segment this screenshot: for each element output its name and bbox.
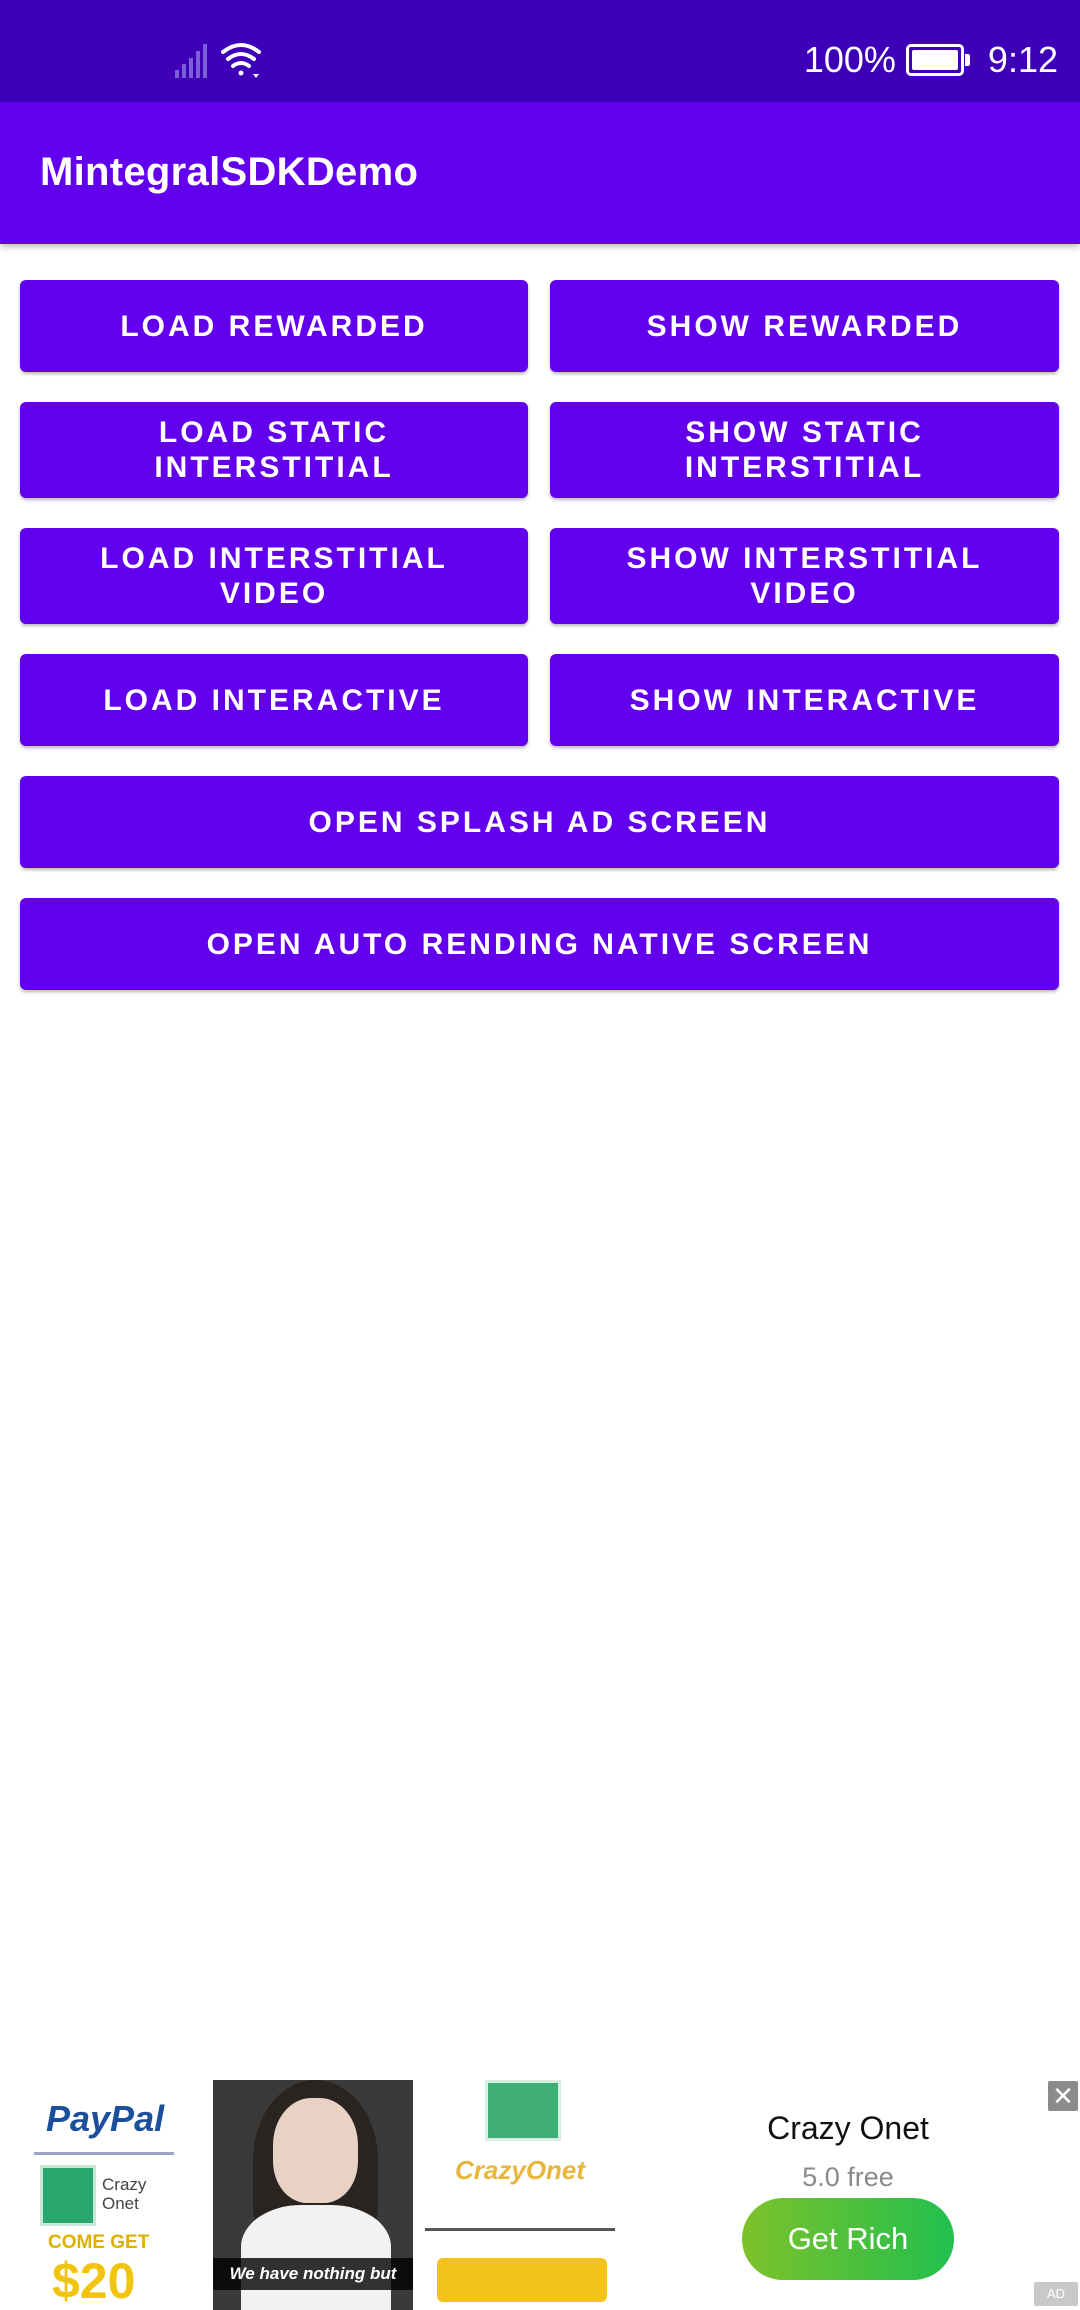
signal-icon — [175, 44, 207, 78]
signal-wifi-icons — [175, 43, 261, 78]
paypal-logo: PayPal — [46, 2098, 165, 2139]
load-static-interstitial-button[interactable]: LOAD STATIC INTERSTITIAL — [20, 402, 528, 498]
person-face — [273, 2098, 358, 2203]
status-bar: 100% 9:12 — [0, 0, 1080, 102]
game-button-art — [437, 2258, 607, 2302]
open-auto-rending-native-screen-button[interactable]: OPEN AUTO RENDING NATIVE SCREEN — [20, 898, 1059, 990]
app-title: MintegralSDKDemo — [40, 150, 419, 194]
load-interactive-button[interactable]: LOAD INTERACTIVE — [20, 654, 528, 746]
app-bar: MintegralSDKDemo — [0, 102, 1080, 244]
load-interstitial-video-button[interactable]: LOAD INTERSTITIAL VIDEO — [20, 528, 528, 624]
battery-icon — [905, 44, 970, 76]
game-thumbnail-icon — [40, 2165, 96, 2226]
close-icon[interactable]: ✕ — [1048, 2081, 1078, 2111]
ad-image-come-get: COME GET — [48, 2232, 150, 2253]
ad-label: AD — [1034, 2282, 1078, 2306]
show-interstitial-video-button[interactable]: SHOW INTERSTITIAL VIDEO — [550, 528, 1059, 624]
ad-image-paypal[interactable]: PayPal Crazy Onet COME GET $20 — [30, 2080, 180, 2310]
wifi-icon — [221, 43, 261, 78]
game-title-art: CrazyOnet — [455, 2155, 586, 2185]
divider — [34, 2152, 174, 2155]
ad-info: Crazy Onet 5.0 free Get Rich — [650, 2080, 1046, 2310]
ad-banner[interactable]: PayPal Crazy Onet COME GET $20 We have n… — [0, 2080, 1080, 2310]
show-interactive-button[interactable]: SHOW INTERACTIVE — [550, 654, 1059, 746]
load-rewarded-button[interactable]: LOAD REWARDED — [20, 280, 528, 372]
ad-app-name: Crazy Onet — [767, 2110, 929, 2146]
get-rich-button[interactable]: Get Rich — [742, 2198, 954, 2280]
show-static-interstitial-button[interactable]: SHOW STATIC INTERSTITIAL — [550, 402, 1059, 498]
photo-caption: We have nothing but — [213, 2258, 413, 2290]
clock: 9:12 — [987, 39, 1058, 80]
ad-image-amount: $20 — [52, 2253, 136, 2309]
show-rewarded-button[interactable]: SHOW REWARDED — [550, 280, 1059, 372]
game-tile-icon — [485, 2080, 561, 2141]
battery-percent: 100% — [803, 39, 896, 80]
ad-image-game[interactable]: CrazyOnet — [425, 2080, 625, 2310]
divider — [425, 2228, 615, 2231]
ad-rating: 5.0 free — [802, 2162, 894, 2192]
ad-image-game-label: Crazy Onet — [102, 2175, 147, 2213]
open-splash-ad-screen-button[interactable]: OPEN SPLASH AD SCREEN — [20, 776, 1059, 868]
ad-image-photo[interactable]: We have nothing but — [213, 2080, 413, 2310]
status-right: 100% 9:12 — [804, 36, 1058, 84]
